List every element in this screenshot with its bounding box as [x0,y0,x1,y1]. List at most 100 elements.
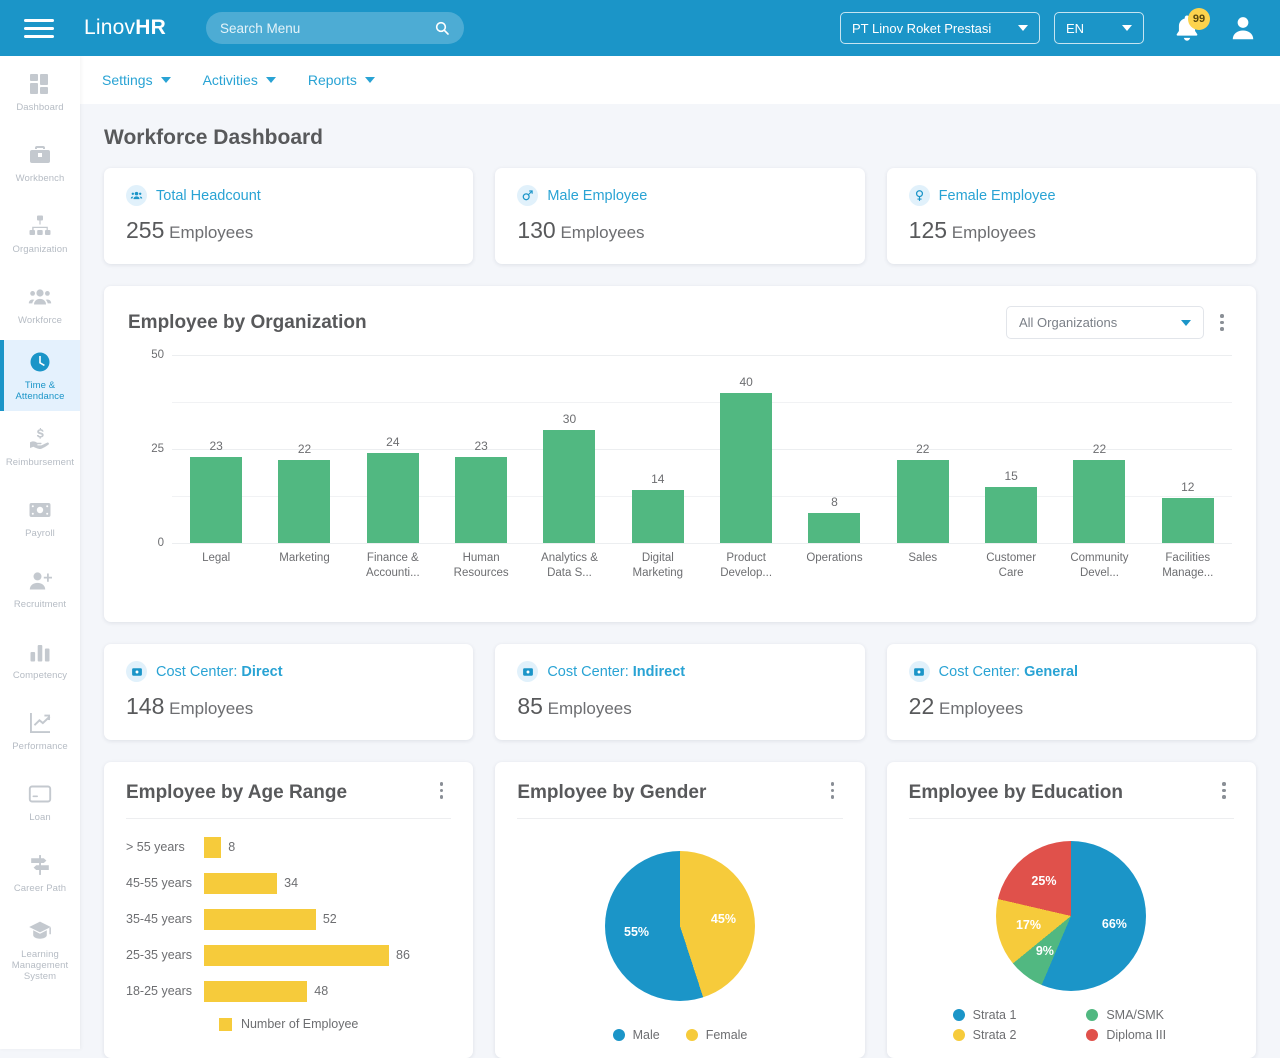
org-bar-column[interactable]: 40 [702,355,790,543]
org-card-menu-button[interactable] [1212,314,1232,331]
cost-center-label: Cost Center: Direct [156,664,283,680]
subnav-item-settings[interactable]: Settings [102,72,171,88]
search-input[interactable] [220,21,434,36]
language-selector[interactable]: EN [1054,12,1144,44]
sidebar-item-reimbursement[interactable]: Reimbursement [0,411,80,482]
kpi-label: Male Employee [547,188,647,204]
sidebar-item-workbench[interactable]: Workbench [0,127,80,198]
org-bar-column[interactable]: 24 [349,355,437,543]
org-bar-column[interactable]: 12 [1144,355,1232,543]
sidebar-item-competency[interactable]: Competency [0,624,80,695]
age-bar-value: 34 [284,876,298,890]
org-bar-column[interactable]: 23 [172,355,260,543]
org-bar-column[interactable]: 22 [879,355,967,543]
sidebar-item-dashboard[interactable]: Dashboard [0,56,80,127]
org-bar[interactable] [1073,460,1125,543]
cost-center-label: Cost Center: General [939,664,1078,680]
cost-center-unit: Employees [939,699,1023,718]
legend-item[interactable]: SMA/SMK [1086,1008,1190,1022]
education-card-menu-button[interactable] [1214,782,1234,799]
pie-slice-label: 17% [1016,918,1041,932]
org-bar[interactable] [897,460,949,543]
sidebar-item-time-attendance[interactable]: Time & Attendance [0,340,80,411]
org-bar[interactable] [278,460,330,543]
cost-center-icon [517,661,538,682]
legend-label: Female [706,1028,748,1042]
org-bar[interactable] [367,453,419,543]
age-bar[interactable] [204,873,277,894]
hamburger-menu-icon[interactable] [24,14,54,43]
org-bar[interactable] [632,490,684,543]
legend-item[interactable]: Diploma III [1086,1028,1190,1042]
age-bar[interactable] [204,909,316,930]
org-bar[interactable] [190,457,242,543]
legend-item[interactable]: Male [613,1028,660,1042]
legend-item[interactable]: Strata 2 [953,1028,1057,1042]
gender-pie-legend: Male Female [517,1028,842,1042]
org-bar-column[interactable]: 22 [1055,355,1143,543]
sidebar-item-career-path[interactable]: Career Path [0,837,80,908]
divider [517,818,842,819]
age-bar[interactable] [204,837,221,858]
subnav-item-activities[interactable]: Activities [203,72,276,88]
cost-center-prefix: Cost Center: [939,664,1024,680]
sidebar-item-workforce[interactable]: Workforce [0,269,80,340]
gender-card-menu-button[interactable] [823,782,843,799]
org-bar[interactable] [543,430,595,543]
org-bar-column[interactable]: 8 [790,355,878,543]
age-bar[interactable] [204,945,389,966]
org-bar[interactable] [455,457,507,543]
age-bar-row: 45-55 years34 [126,865,451,901]
subnav-item-label: Activities [203,72,258,88]
hand-money-icon [27,426,53,452]
org-bar-column[interactable]: 15 [967,355,1055,543]
org-bar-column[interactable]: 30 [525,355,613,543]
org-bar[interactable] [720,393,772,543]
org-x-label: FacilitiesManage... [1144,551,1232,581]
sidebar-item-payroll[interactable]: Payroll [0,482,80,553]
brand-logo[interactable]: LinovHR [84,16,166,40]
gender-pie-chart: 45%55% [605,851,755,1001]
organization-filter-select[interactable]: All Organizations [1006,306,1204,339]
top-header: LinovHR PT Linov Roket Prestasi EN 99 [0,0,1280,56]
sidebar-item-organization[interactable]: Organization [0,198,80,269]
org-x-label: Marketing [260,551,348,581]
org-x-label: ProductDevelop... [702,551,790,581]
org-bar[interactable] [808,513,860,543]
company-selector[interactable]: PT Linov Roket Prestasi [840,12,1040,44]
sidebar-item-recruitment[interactable]: Recruitment [0,553,80,624]
education-card-title: Employee by Education [909,782,1123,804]
user-avatar-icon[interactable] [1228,13,1258,43]
sidebar-item-loan[interactable]: Loan [0,766,80,837]
bar-chart-icon [27,639,53,665]
org-bar-column[interactable]: 23 [437,355,525,543]
sidebar-item-label: Recruitment [4,599,76,610]
sidebar-item-label: Dashboard [4,102,76,113]
legend-dot [1086,1029,1098,1041]
org-bar[interactable] [1162,498,1214,543]
age-bar-row: > 55 years8 [126,829,451,865]
legend-item[interactable]: Female [686,1028,748,1042]
search-box[interactable] [206,12,464,44]
sidebar-item-learning-management-system[interactable]: Learning Management System [0,908,80,991]
org-bar-value: 12 [1181,480,1194,494]
subnav-item-reports[interactable]: Reports [308,72,375,88]
org-bar[interactable] [985,487,1037,543]
kpi-unit: Employees [560,223,644,242]
org-bar-column[interactable]: 22 [260,355,348,543]
org-bar-column[interactable]: 14 [614,355,702,543]
brand-logo-bold: HR [135,16,166,39]
female-icon [909,185,930,206]
age-range-label: 25-35 years [126,948,204,962]
cost-center-name: General [1024,664,1078,680]
chevron-down-icon [266,77,276,83]
age-bar-value: 86 [396,948,410,962]
org-y-axis: 02550 [128,355,170,543]
age-bar[interactable] [204,981,307,1002]
legend-item[interactable]: Strata 1 [953,1008,1057,1022]
age-range-label: 18-25 years [126,984,204,998]
sidebar-item-performance[interactable]: Performance [0,695,80,766]
kpi-header: Male Employee [517,185,842,206]
age-card-menu-button[interactable] [431,782,451,799]
notifications-button[interactable]: 99 [1170,11,1204,45]
